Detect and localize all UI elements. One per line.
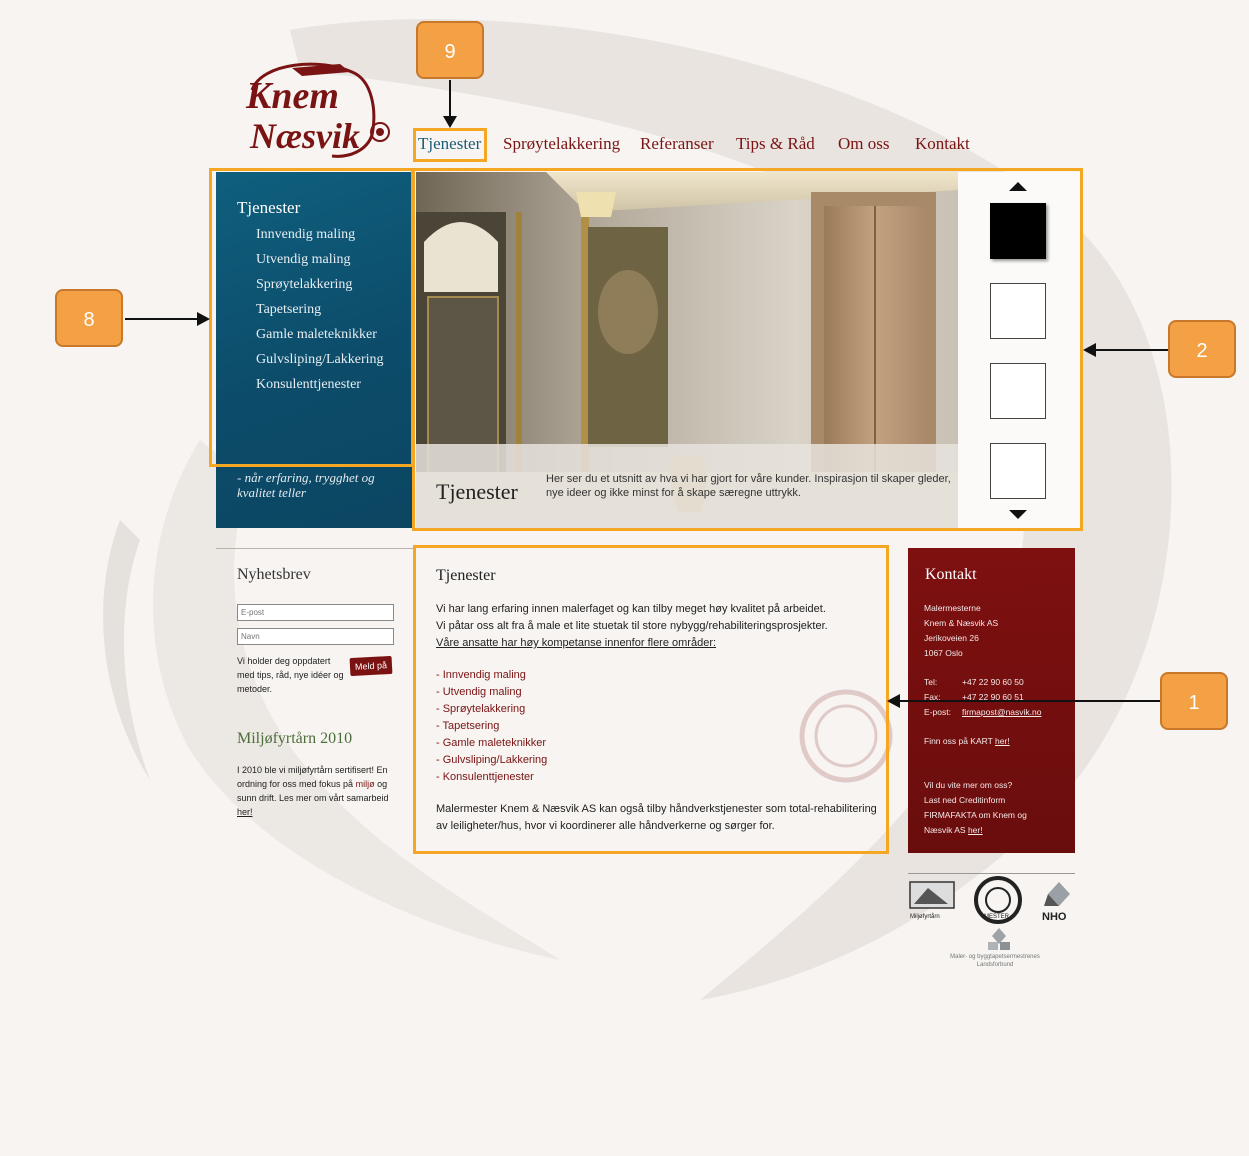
newsletter-name-input[interactable] [237,628,394,645]
contact-more-2: Last ned Creditinform [924,795,1006,805]
annotation-box-8 [209,168,414,467]
mester-label: MESTER [984,914,1010,920]
eco-title: Miljøfyrtårn 2010 [237,730,353,747]
newsletter-title: Nyhetsbrev [237,566,311,583]
nho-label: NHO [1042,911,1067,922]
miljofyrtarn-label: Miljøfyrtårn [910,913,940,920]
partners-divider [908,873,1075,874]
landsforbund-label: Maler- og byggtapetsermestrenes Landsfor… [930,953,1060,969]
nav-sproytelakkering[interactable]: Sprøytelakkering [503,134,620,154]
nav-referanser[interactable]: Referanser [640,134,714,154]
annotation-box-9 [413,128,487,162]
contact-street: Jerikoveien 26 [924,633,979,643]
contact-more-3: FIRMAFAKTA om Knem og [924,810,1027,820]
contact-map-link[interactable]: her! [995,736,1010,746]
mester-seal-logo[interactable]: MESTER [972,876,1024,924]
eco-link-here[interactable]: her! [237,807,253,817]
contact-company-2: Knem & Næsvik AS [924,618,999,628]
miljofyrtarn-logo[interactable]: Miljøfyrtårn [908,880,958,920]
contact-tel-label: Tel: [924,677,938,687]
nav-kontakt[interactable]: Kontakt [915,134,970,154]
contact-firmafakta-link[interactable]: her! [968,825,983,835]
annotation-arrow-1 [887,694,1160,708]
contact-more-4-label: Næsvik AS [924,825,966,835]
annotation-arrow-2 [1083,343,1168,357]
annotation-badge-9: 9 [416,21,484,79]
nho-logo[interactable]: NHO [1040,880,1078,922]
contact-company-1: Malermesterne [924,603,981,613]
annotation-badge-1: 1 [1160,672,1228,730]
logo-word-knem: Knem [245,75,339,117]
newsletter-divider [216,548,413,549]
knem-naesvik-logo[interactable]: Knem Næsvik [232,50,402,160]
sidebar-tagline: - når erfaring, trygghet og kvalitet tel… [237,470,375,500]
eco-link-miljo[interactable]: miljø [356,779,375,789]
annotation-arrow-8 [125,312,210,326]
landsforbund-label-line-1: Maler- og byggtapetsermestrenes [950,954,1040,960]
nav-om-oss[interactable]: Om oss [838,134,889,154]
contact-title: Kontakt [925,566,977,583]
annotation-badge-2: 2 [1168,320,1236,378]
eco-text: I 2010 ble vi miljøfyrtårn sertifisert! … [237,763,397,819]
contact-tel: +47 22 90 60 50 [962,677,1024,687]
annotation-arrow-9 [443,80,457,128]
nav-tips-rad[interactable]: Tips & Råd [736,134,815,154]
annotation-box-1 [413,545,889,854]
newsletter-text: Vi holder deg oppdatert med tips, råd, n… [237,656,344,694]
logo-word-naesvik: Næsvik [249,116,360,156]
landsforbund-icon[interactable] [984,926,1014,952]
annotation-badge-8: 8 [55,289,123,347]
annotation-box-2 [412,168,1083,531]
contact-more-1: Vil du vite mer om oss? [924,780,1013,790]
contact-map-text: Finn oss på KART her! [924,734,1010,749]
contact-city: 1067 Oslo [924,648,963,658]
subscribe-button[interactable]: Meld på [349,655,393,677]
contact-map-label: Finn oss på KART [924,736,993,746]
contact-more-4: Næsvik AS her! [924,823,983,838]
newsletter-email-input[interactable] [237,604,394,621]
landsforbund-label-line-2: Landsforbund [976,962,1014,968]
